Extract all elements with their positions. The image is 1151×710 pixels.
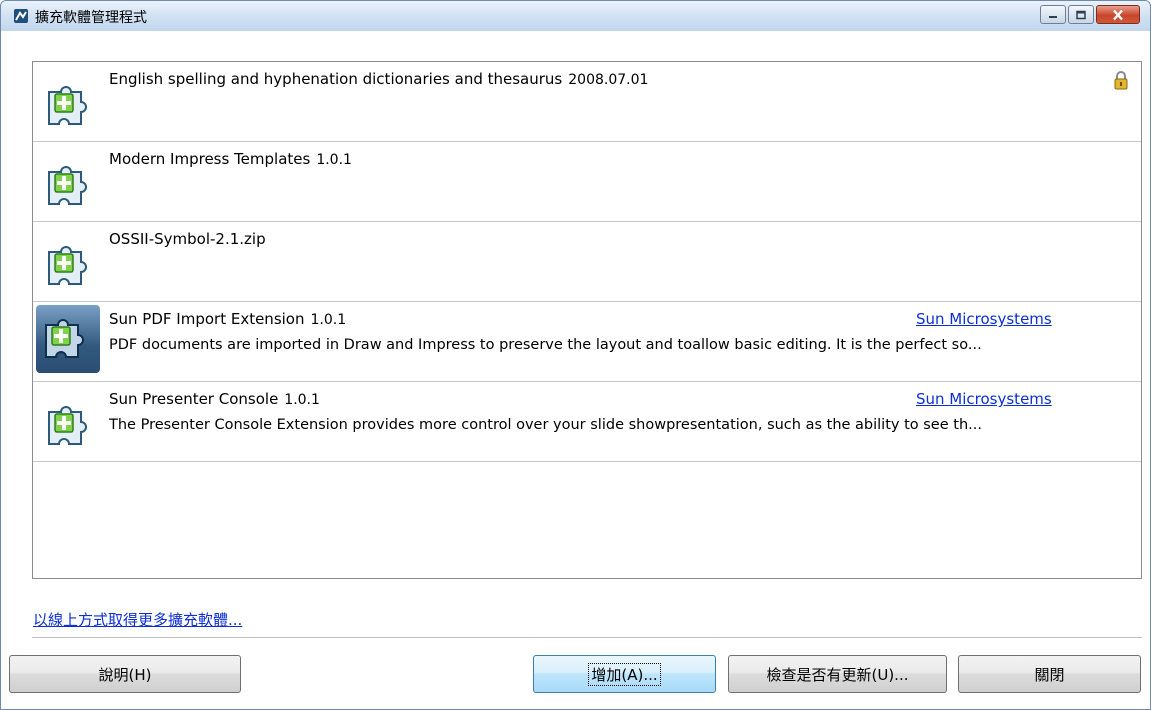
extension-item-selected[interactable]: Sun PDF Import Extension 1.0.1 Sun Micros… <box>33 302 1141 382</box>
extension-name: Modern Impress Templates <box>109 150 311 168</box>
extension-version: 1.0.1 <box>310 312 347 328</box>
extension-item[interactable]: Sun Presenter Console 1.0.1 Sun Microsyst… <box>33 382 1141 462</box>
extension-item[interactable]: Modern Impress Templates 1.0.1 <box>33 142 1141 222</box>
extension-name: OSSII-Symbol-2.1.zip <box>109 230 266 248</box>
puzzle-extension-icon <box>45 319 84 358</box>
puzzle-extension-icon <box>48 166 87 205</box>
window-title: 擴充軟體管理程式 <box>35 10 147 26</box>
maximize-icon <box>1076 10 1086 19</box>
add-button[interactable]: 增加(A)... <box>533 655 716 693</box>
title-bar[interactable]: 擴充軟體管理程式 <box>1 1 1150 31</box>
puzzle-extension-icon <box>48 86 87 125</box>
app-icon <box>14 9 28 23</box>
add-button-label: 增加(A)... <box>588 662 661 686</box>
extension-item[interactable]: English spelling and hyphenation diction… <box>33 62 1141 142</box>
publisher-link[interactable]: Sun Microsystems <box>916 390 1052 408</box>
extension-name-line: Sun PDF Import Extension 1.0.1 <box>109 310 346 328</box>
extension-name-line: Sun Presenter Console 1.0.1 <box>109 390 320 408</box>
extension-name-line: OSSII-Symbol-2.1.zip <box>109 230 272 248</box>
extension-name-line: English spelling and hyphenation diction… <box>109 70 648 88</box>
help-button[interactable]: 說明(H) <box>9 655 241 693</box>
help-button-label: 說明(H) <box>98 665 152 684</box>
separator <box>32 637 1142 638</box>
publisher-link[interactable]: Sun Microsystems <box>916 310 1052 328</box>
puzzle-extension-icon <box>48 246 87 285</box>
extension-name: Sun Presenter Console <box>109 390 279 408</box>
caption-buttons <box>1040 5 1140 24</box>
extension-version: 2008.07.01 <box>568 72 649 88</box>
close-button[interactable]: 關閉 <box>958 655 1141 693</box>
selected-icon-background <box>36 305 100 373</box>
close-button-label: 關閉 <box>1034 665 1065 684</box>
lock-icon <box>1114 71 1128 90</box>
check-updates-button[interactable]: 檢查是否有更新(U)... <box>728 655 947 693</box>
get-more-extensions-link[interactable]: 以線上方式取得更多擴充軟體... <box>33 609 242 630</box>
minimize-button[interactable] <box>1040 5 1066 24</box>
extension-description: PDF documents are imported in Draw and I… <box>109 337 982 353</box>
extension-name: Sun PDF Import Extension <box>109 310 305 328</box>
extension-description: The Presenter Console Extension provides… <box>109 417 982 433</box>
extension-name: English spelling and hyphenation diction… <box>109 70 563 88</box>
minimize-icon <box>1049 15 1057 18</box>
check-updates-button-label: 檢查是否有更新(U)... <box>766 665 909 684</box>
puzzle-extension-icon <box>48 406 87 445</box>
extension-manager-window: 擴充軟體管理程式 English spelling and hyphenatio… <box>0 0 1151 710</box>
close-icon <box>1113 9 1123 20</box>
close-window-button[interactable] <box>1096 5 1140 24</box>
maximize-button[interactable] <box>1068 5 1094 24</box>
extension-item[interactable]: OSSII-Symbol-2.1.zip <box>33 222 1141 302</box>
extension-name-line: Modern Impress Templates 1.0.1 <box>109 150 352 168</box>
extension-version: 1.0.1 <box>316 152 352 168</box>
extension-list[interactable]: English spelling and hyphenation diction… <box>32 61 1142 579</box>
extension-version: 1.0.1 <box>284 392 320 408</box>
